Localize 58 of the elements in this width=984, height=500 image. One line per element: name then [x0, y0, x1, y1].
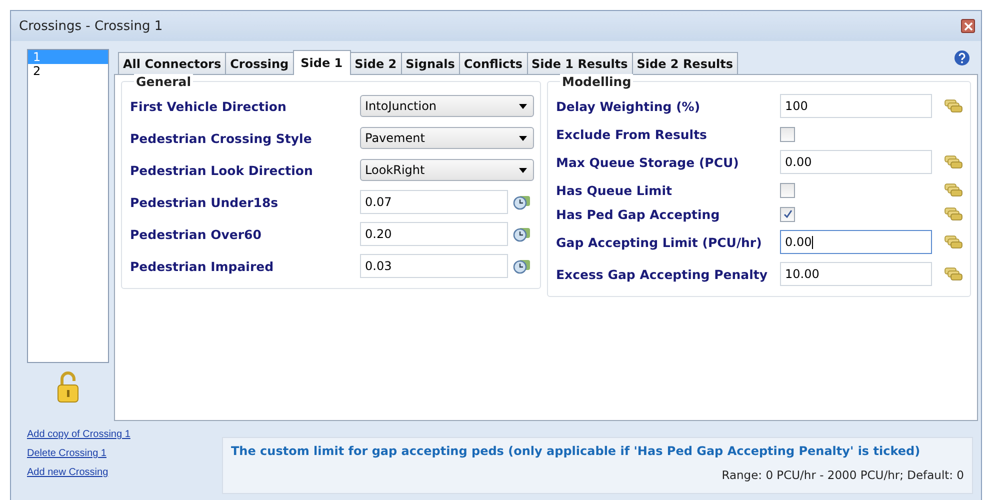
checkbox[interactable]	[780, 182, 795, 198]
field-label: Pedestrian Impaired	[130, 258, 275, 274]
clock-icon[interactable]	[513, 258, 531, 274]
dropdown-arrow-icon	[519, 104, 527, 108]
input-field[interactable]: 0.00	[780, 230, 932, 254]
tab[interactable]: Side 2	[350, 52, 402, 74]
hint-range: Range: 0 PCU/hr - 2000 PCU/hr; Default: 0	[722, 468, 964, 482]
field-label: Pedestrian Crossing Style	[130, 130, 313, 146]
input-field[interactable]: 100	[780, 94, 932, 118]
checkbox[interactable]	[780, 126, 795, 142]
clock-icon[interactable]	[513, 194, 531, 210]
checkmark-icon	[782, 209, 792, 219]
field-label: Max Queue Storage (PCU)	[556, 154, 740, 170]
stack-icon[interactable]	[944, 183, 964, 197]
tab[interactable]: Conflicts	[458, 52, 528, 74]
stack-icon[interactable]	[944, 207, 964, 221]
tab[interactable]: Side 2 Results	[632, 52, 738, 74]
padlock-icon[interactable]	[56, 371, 80, 403]
tab[interactable]: Crossing	[225, 52, 294, 74]
dropdown[interactable]: IntoJunction	[360, 95, 534, 117]
tab[interactable]: Side 1 Results	[526, 52, 633, 74]
field-label: Pedestrian Look Direction	[130, 162, 314, 178]
input-field[interactable]: 0.07	[360, 190, 508, 214]
crossing-item[interactable]: 2	[28, 64, 108, 78]
checkbox[interactable]	[780, 206, 795, 222]
stack-icon[interactable]	[944, 267, 964, 281]
dropdown-arrow-icon	[519, 136, 527, 140]
field-label: Has Queue Limit	[556, 182, 673, 198]
tab[interactable]: Side 1	[292, 50, 351, 75]
group-title: Modelling	[560, 74, 634, 90]
field-label: Gap Accepting Limit (PCU/hr)	[556, 234, 763, 250]
field-label: Pedestrian Under18s	[130, 194, 280, 210]
clock-icon[interactable]	[513, 226, 531, 242]
help-icon[interactable]	[954, 50, 970, 66]
tab[interactable]: Signals	[400, 52, 460, 74]
hint-description: The custom limit for gap accepting peds (only applicable if 'Has Ped Gap Accepting Penalty' is ticked)	[231, 444, 922, 458]
input-field[interactable]: 0.00	[780, 150, 932, 174]
stack-icon[interactable]	[944, 99, 964, 113]
field-label: Has Ped Gap Accepting	[556, 206, 721, 222]
action-link[interactable]: Delete Crossing 1	[27, 448, 172, 459]
field-label: Delay Weighting (%)	[556, 98, 702, 114]
close-button[interactable]	[961, 19, 975, 33]
input-field[interactable]: 0.03	[360, 254, 508, 278]
dropdown[interactable]: LookRight	[360, 159, 534, 181]
window-title: Crossings - Crossing 1	[19, 18, 163, 34]
action-link[interactable]: Add copy of Crossing 1	[27, 429, 172, 440]
field-label: First Vehicle Direction	[130, 98, 288, 114]
dropdown[interactable]: Pavement	[360, 127, 534, 149]
tab[interactable]: All Connectors	[118, 52, 226, 74]
stack-icon[interactable]	[944, 235, 964, 249]
dropdown-arrow-icon	[519, 168, 527, 172]
input-field[interactable]: 0.20	[360, 222, 508, 246]
input-field[interactable]: 10.00	[780, 262, 932, 286]
stack-icon[interactable]	[944, 155, 964, 169]
field-label: Excess Gap Accepting Penalty	[556, 266, 768, 282]
field-label: Pedestrian Over60	[130, 226, 262, 242]
field-label: Exclude From Results	[556, 126, 708, 142]
action-link[interactable]: Add new Crossing	[27, 467, 172, 478]
